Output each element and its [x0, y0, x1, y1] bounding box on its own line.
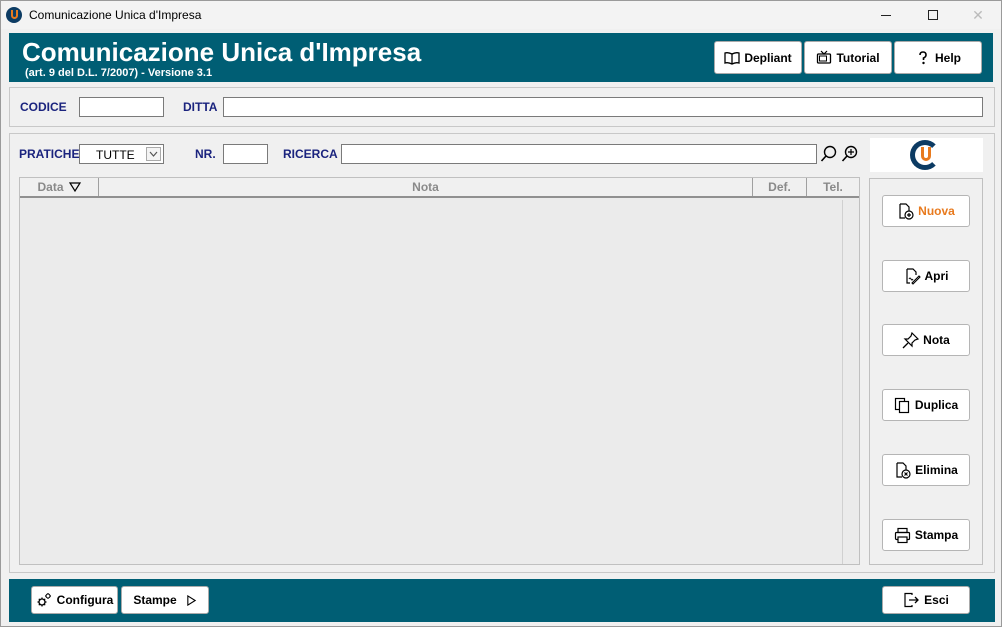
configura-button[interactable]: Configura [31, 586, 118, 614]
search-button[interactable] [820, 145, 838, 163]
help-button[interactable]: Help [894, 41, 982, 74]
nuova-button[interactable]: Nuova [882, 195, 970, 227]
app-subtitle: (art. 9 del D.L. 7/2007) - Versione 3.1 [25, 67, 213, 79]
title-bar: Comunicazione Unica d'Impresa ✕ [1, 1, 1001, 29]
stampa-button[interactable]: Stampa [882, 519, 970, 551]
column-nota[interactable]: Nota [99, 178, 753, 196]
column-data[interactable]: Data [20, 178, 99, 196]
header-band: Comunicazione Unica d'Impresa (art. 9 de… [9, 33, 993, 82]
chevron-down-icon[interactable] [146, 147, 161, 161]
tv-icon [817, 50, 832, 64]
close-button[interactable]: ✕ [955, 1, 1001, 29]
question-icon [919, 50, 927, 64]
exit-icon [904, 592, 920, 608]
window-title: Comunicazione Unica d'Impresa [29, 8, 202, 22]
zoom-in-icon [841, 145, 858, 162]
play-right-icon [186, 594, 196, 606]
app-title: Comunicazione Unica d'Impresa [22, 37, 422, 67]
footer-band: Configura Stampe Esci [9, 579, 995, 622]
sort-down-icon [68, 182, 81, 192]
codice-input[interactable] [79, 97, 164, 117]
minimize-icon [881, 14, 891, 16]
duplica-button[interactable]: Duplica [882, 389, 970, 421]
pratiche-selected-value: TUTTE [96, 148, 135, 162]
copy-icon [894, 397, 909, 413]
ricerca-input[interactable] [341, 144, 817, 164]
tutorial-button[interactable]: Tutorial [804, 41, 892, 74]
maximize-icon [928, 10, 938, 20]
depliant-button[interactable]: Depliant [714, 41, 802, 74]
printer-icon [894, 527, 910, 543]
table-header: Data Nota Def. Tel. [20, 178, 859, 198]
gear-icon [37, 593, 51, 607]
elimina-button[interactable]: Elimina [882, 454, 970, 486]
column-tel[interactable]: Tel. [807, 178, 859, 196]
minimize-button[interactable] [863, 1, 909, 29]
delete-document-icon [896, 461, 911, 479]
nota-label: Nota [923, 333, 950, 347]
main-window: Comunicazione Unica d'Impresa ✕ Comunica… [0, 0, 1002, 627]
ditta-input[interactable] [223, 97, 983, 117]
brand-logo [870, 138, 983, 172]
depliant-label: Depliant [744, 50, 792, 65]
column-tel-label: Tel. [823, 180, 843, 194]
configura-label: Configura [56, 593, 114, 607]
nuova-label: Nuova [918, 204, 955, 218]
duplica-label: Duplica [914, 398, 959, 412]
column-nota-label: Nota [412, 180, 439, 194]
actions-panel: Nuova Apri Nota Duplica Elimina Stampa [869, 178, 983, 565]
logo-u-mark [921, 147, 931, 161]
codice-label: CODICE [20, 100, 67, 114]
esci-button[interactable]: Esci [882, 586, 970, 614]
esci-label: Esci [924, 593, 949, 607]
stampe-button[interactable]: Stampe [121, 586, 209, 614]
help-label: Help [934, 50, 961, 65]
pratiche-select[interactable]: TUTTE [79, 144, 164, 164]
search-icon [820, 145, 837, 162]
practices-table[interactable]: Data Nota Def. Tel. [19, 177, 860, 565]
tutorial-label: Tutorial [836, 50, 880, 65]
nr-input[interactable] [223, 144, 268, 164]
maximize-button[interactable] [910, 1, 956, 29]
app-logo-icon [6, 7, 22, 23]
column-def-label: Def. [768, 180, 791, 194]
pin-icon [902, 331, 920, 348]
book-icon [724, 51, 740, 65]
stampa-label: Stampa [914, 528, 959, 542]
edit-document-icon [905, 267, 921, 285]
pratiche-label: PRATICHE [19, 147, 80, 161]
apri-button[interactable]: Apri [882, 260, 970, 292]
column-def[interactable]: Def. [753, 178, 807, 196]
nota-button[interactable]: Nota [882, 324, 970, 356]
new-document-icon [899, 202, 914, 220]
table-scrollbar[interactable] [842, 200, 859, 564]
nr-label: NR. [195, 147, 216, 161]
ditta-label: DITTA [183, 100, 218, 114]
ricerca-label: RICERCA [283, 147, 338, 161]
stampe-label: Stampe [133, 593, 177, 607]
apri-label: Apri [924, 269, 949, 283]
advanced-search-button[interactable] [841, 145, 859, 163]
elimina-label: Elimina [915, 463, 958, 477]
close-icon: ✕ [972, 6, 984, 23]
column-data-label: Data [37, 180, 64, 194]
